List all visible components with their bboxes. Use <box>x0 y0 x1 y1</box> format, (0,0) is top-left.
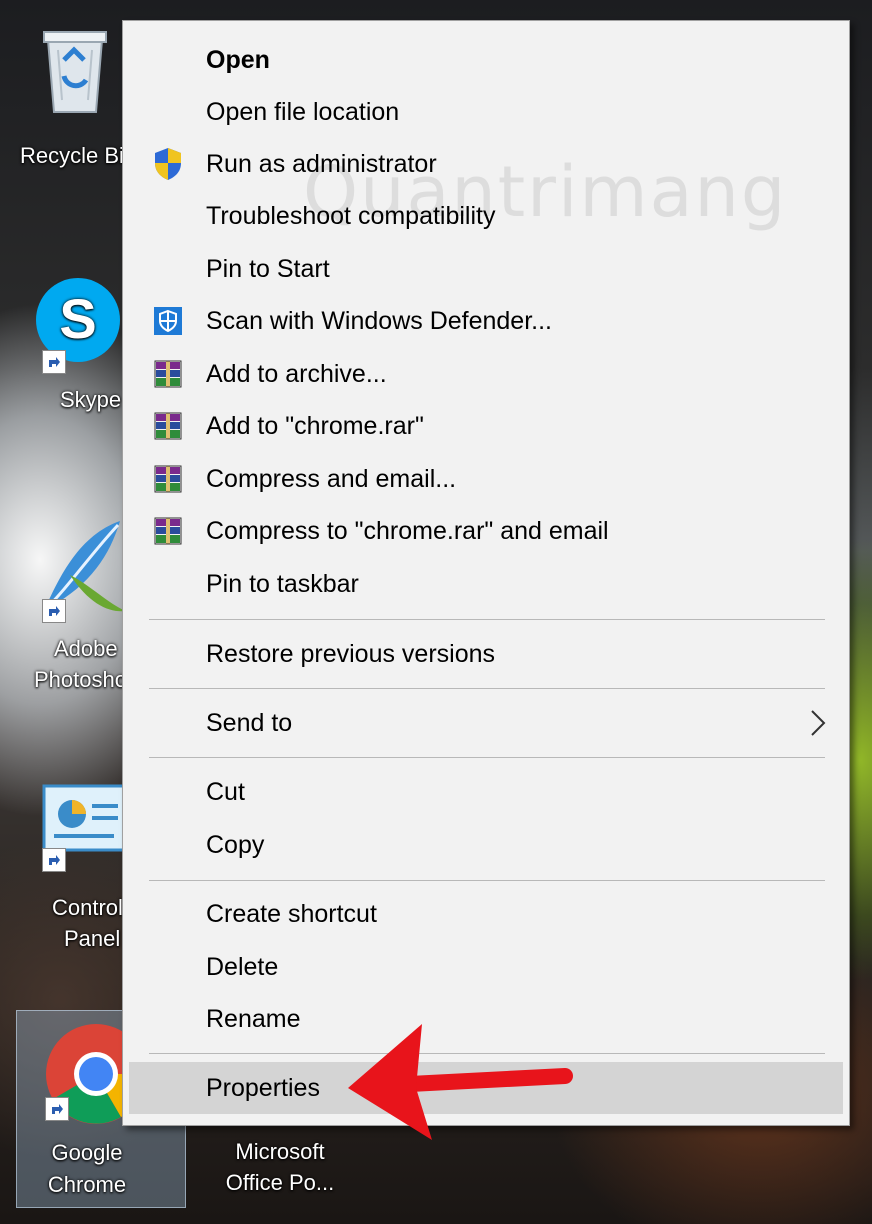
menu-item-label: Rename <box>206 1004 301 1033</box>
shortcut-arrow-icon <box>42 848 66 872</box>
winrar-icon <box>151 514 185 548</box>
menu-item-label: Pin to taskbar <box>206 569 359 598</box>
menu-item-label: Create shortcut <box>206 899 377 928</box>
menu-separator <box>149 619 825 620</box>
windows-defender-icon <box>151 304 185 338</box>
menu-item-cut[interactable]: Cut <box>129 766 843 818</box>
menu-item-label: Troubleshoot compatibility <box>206 201 496 230</box>
chevron-right-icon <box>811 710 826 736</box>
menu-item-label: Compress and email... <box>206 464 457 493</box>
menu-item-label: Add to "chrome.rar" <box>206 411 424 440</box>
uac-shield-icon <box>151 147 185 181</box>
desktop-icon-label: Google <box>51 1140 123 1165</box>
context-menu: Quantrimang Open Open file location Run … <box>122 20 850 1126</box>
menu-item-compress-and-email[interactable]: Compress and email... <box>129 453 843 505</box>
menu-item-delete[interactable]: Delete <box>129 941 843 993</box>
menu-item-label: Add to archive... <box>206 359 387 388</box>
menu-item-restore-previous-versions[interactable]: Restore previous versions <box>129 628 843 680</box>
menu-item-add-to-archive[interactable]: Add to archive... <box>129 348 843 400</box>
winrar-icon <box>151 409 185 443</box>
menu-item-send-to[interactable]: Send to <box>129 697 843 749</box>
menu-item-label: Pin to Start <box>206 254 330 283</box>
menu-separator <box>149 757 825 758</box>
menu-item-label: Run as administrator <box>206 149 437 178</box>
desktop-icon-label: Microsoft <box>235 1139 325 1164</box>
menu-item-run-as-administrator[interactable]: Run as administrator <box>129 138 843 190</box>
menu-separator <box>149 880 825 881</box>
menu-item-copy[interactable]: Copy <box>129 819 843 871</box>
desktop-icon-label: Office Po... <box>225 1170 335 1195</box>
menu-item-label: Restore previous versions <box>206 639 496 668</box>
desktop-icon-recycle-bin[interactable]: Recycle Bin <box>20 20 137 171</box>
desktop-icon-microsoft-office[interactable]: Microsoft Office Po... <box>200 1136 360 1198</box>
menu-item-label: Open file location <box>206 97 400 126</box>
menu-item-label: Cut <box>206 777 245 806</box>
menu-item-create-shortcut[interactable]: Create shortcut <box>129 888 843 940</box>
menu-item-troubleshoot-compatibility[interactable]: Troubleshoot compatibility <box>129 190 843 242</box>
menu-item-add-to-chrome-rar[interactable]: Add to "chrome.rar" <box>129 400 843 452</box>
menu-item-pin-to-taskbar[interactable]: Pin to taskbar <box>129 558 843 610</box>
menu-separator <box>149 688 825 689</box>
menu-item-label: Properties <box>206 1073 320 1102</box>
menu-item-open-file-location[interactable]: Open file location <box>129 86 843 138</box>
menu-item-label: Delete <box>206 952 279 981</box>
svg-text:S: S <box>59 287 96 350</box>
desktop-icon-label: Chrome <box>47 1172 127 1197</box>
menu-item-scan-with-windows-defender[interactable]: Scan with Windows Defender... <box>129 295 843 347</box>
annotation-arrow-icon <box>348 1024 573 1140</box>
menu-item-label: Copy <box>206 830 265 859</box>
menu-item-open[interactable]: Open <box>129 34 843 86</box>
shortcut-arrow-icon <box>45 1097 69 1121</box>
recycle-bin-icon <box>43 31 107 113</box>
shortcut-arrow-icon <box>42 350 66 374</box>
menu-item-label: Scan with Windows Defender... <box>206 306 552 335</box>
menu-item-label: Compress to "chrome.rar" and email <box>206 516 609 545</box>
menu-item-label: Send to <box>206 708 293 737</box>
menu-item-pin-to-start[interactable]: Pin to Start <box>129 243 843 295</box>
menu-item-compress-to-chrome-rar-and-email[interactable]: Compress to "chrome.rar" and email <box>129 505 843 557</box>
menu-item-label: Open <box>206 45 270 74</box>
winrar-icon <box>151 357 185 391</box>
desktop-icon-label: Recycle Bin <box>20 143 137 168</box>
shortcut-arrow-icon <box>42 599 66 623</box>
winrar-icon <box>151 462 185 496</box>
